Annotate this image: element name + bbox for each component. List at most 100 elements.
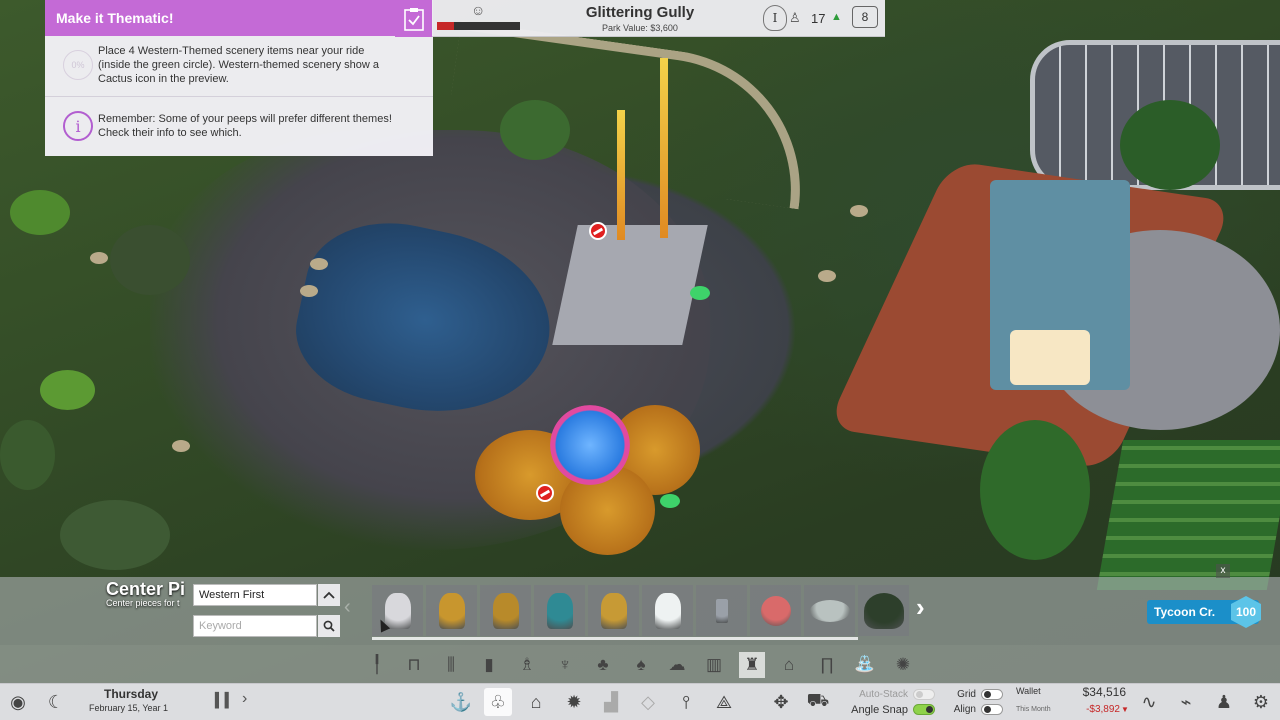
scenery-item-stone-fountain[interactable] bbox=[804, 585, 855, 636]
scenery-item-metal-pillar[interactable] bbox=[696, 585, 747, 636]
tree bbox=[60, 500, 170, 570]
scenery-item-gold-trophy-statue[interactable] bbox=[480, 585, 531, 636]
scenery-item-snow-globe[interactable] bbox=[750, 585, 801, 636]
category-title: Center Pi bbox=[106, 579, 186, 599]
metal-pillar-icon bbox=[715, 598, 728, 623]
park-entrance-building[interactable] bbox=[990, 180, 1130, 390]
drop-tower-left[interactable] bbox=[617, 110, 625, 240]
sort-toggle-button[interactable] bbox=[318, 584, 340, 606]
bulldozer-icon[interactable]: ⛟ bbox=[804, 688, 832, 716]
align-toggle[interactable] bbox=[981, 704, 1003, 715]
objective-progress: 0% bbox=[63, 50, 93, 80]
gate-icon[interactable]: ∏ bbox=[814, 652, 840, 678]
rock-icon[interactable]: ☁ bbox=[664, 652, 690, 678]
auto-stack-label: Auto-Stack bbox=[859, 689, 908, 700]
happiness-bar-fill bbox=[437, 22, 454, 30]
sort-dropdown[interactable]: Western First bbox=[193, 584, 317, 606]
keyword-search-input[interactable] bbox=[193, 615, 317, 637]
gold-figure-statue-icon bbox=[438, 592, 465, 629]
objective-reminder-text: Remember: Some of your peeps will prefer… bbox=[98, 113, 392, 139]
scenery-item-list bbox=[372, 585, 909, 636]
scenery-item-dark-tree[interactable] bbox=[858, 585, 909, 636]
bench-icon[interactable]: ⊓ bbox=[401, 652, 427, 678]
grid-toggle[interactable] bbox=[981, 689, 1003, 700]
scenery-item-white-swan-statue[interactable] bbox=[642, 585, 693, 636]
ride-icon[interactable]: ✹ bbox=[560, 688, 588, 716]
plant-icon[interactable]: ♆ bbox=[552, 652, 578, 678]
grid-label: Grid bbox=[957, 689, 976, 700]
no-entry-icon bbox=[536, 484, 554, 502]
terrain-icon[interactable]: ⟁ bbox=[710, 688, 738, 716]
person-icon: ♙ bbox=[789, 10, 801, 25]
happiness-bar bbox=[437, 22, 520, 30]
park-happiness[interactable]: ☺ bbox=[437, 3, 520, 33]
rock bbox=[850, 205, 868, 217]
move-icon[interactable]: ✥ bbox=[767, 688, 795, 716]
scroll-left-arrow-icon[interactable]: ‹ bbox=[344, 596, 351, 619]
wallet-value[interactable]: $34,516 bbox=[1056, 685, 1126, 699]
shrub-icon[interactable]: ♣ bbox=[590, 652, 616, 678]
chart-icon[interactable]: ⌁ bbox=[1172, 688, 1200, 716]
path-icon[interactable]: ⫯ bbox=[672, 688, 700, 716]
graph-icon[interactable]: ∿ bbox=[1135, 688, 1163, 716]
cube-icon[interactable]: ◇ bbox=[634, 688, 662, 716]
scenery-tool-icon[interactable]: ♧ bbox=[484, 688, 512, 716]
this-month-value[interactable]: -$3,892 bbox=[1056, 704, 1120, 715]
pause-icon[interactable]: ▍▍ bbox=[215, 692, 236, 709]
tree bbox=[1120, 100, 1220, 190]
this-month-label: This Month bbox=[1016, 706, 1051, 713]
trend-up-icon: ▲ bbox=[831, 11, 842, 23]
messages-button[interactable]: 8 bbox=[852, 6, 878, 28]
scenery-item-teal-gold-statue[interactable] bbox=[534, 585, 585, 636]
lamp-post-icon[interactable]: ╿ bbox=[364, 652, 390, 678]
centerpiece-icon[interactable]: ♜ bbox=[739, 652, 765, 678]
drop-tower-platform[interactable] bbox=[552, 225, 708, 345]
close-drawer-button[interactable]: x bbox=[1216, 564, 1230, 578]
bunny-statue-icon bbox=[384, 592, 411, 629]
pillar-icon[interactable]: ▥ bbox=[701, 652, 727, 678]
camera-icon[interactable]: ◉ bbox=[4, 688, 32, 716]
bin-icon[interactable]: ▮ bbox=[476, 652, 502, 678]
shop-icon[interactable]: ⌂ bbox=[522, 688, 550, 716]
no-entry-icon bbox=[589, 222, 607, 240]
moon-icon[interactable]: ☾ bbox=[42, 688, 70, 716]
park-name[interactable]: Glittering Gully bbox=[565, 4, 715, 21]
light-effect-icon[interactable]: ✺ bbox=[890, 652, 916, 678]
ride-exit-marker bbox=[660, 494, 680, 508]
carousel-ride[interactable] bbox=[550, 405, 630, 485]
smiley-icon: ☺ bbox=[471, 2, 486, 18]
item-list-scrollbar[interactable] bbox=[372, 637, 858, 640]
rock bbox=[310, 258, 328, 270]
arch-icon[interactable]: ⌂ bbox=[776, 652, 802, 678]
entrance-glow bbox=[1010, 330, 1090, 385]
park-rank-badge[interactable]: I bbox=[763, 5, 787, 31]
guest-count[interactable]: 17 bbox=[811, 11, 825, 26]
objective-title: Make it Thematic! bbox=[56, 10, 174, 26]
settings-gear-icon[interactable]: ⚙ bbox=[1247, 688, 1275, 716]
figure-icon[interactable]: ♗ bbox=[514, 652, 540, 678]
coaster-icon[interactable]: ⚓ bbox=[447, 688, 475, 716]
play-icon[interactable]: › bbox=[242, 690, 247, 708]
scenery-item-gold-rider-statue[interactable] bbox=[588, 585, 639, 636]
tycoon-credits[interactable]: Tycoon Cr. 100 bbox=[1147, 596, 1261, 628]
keyword-search-button[interactable] bbox=[318, 615, 340, 637]
tree-icon[interactable]: ♠ bbox=[628, 652, 654, 678]
wallet-label: Wallet bbox=[1016, 686, 1041, 696]
hedge-garden bbox=[1096, 440, 1280, 590]
drop-tower-right[interactable] bbox=[660, 58, 668, 238]
trend-down-icon: ▼ bbox=[1121, 705, 1129, 714]
fence-icon[interactable]: ⫼ bbox=[438, 652, 464, 678]
fountain-icon[interactable]: ⛲ bbox=[852, 652, 878, 678]
objective-task-text: Place 4 Western-Themed scenery items nea… bbox=[98, 45, 380, 85]
dark-tree-icon bbox=[863, 592, 904, 629]
category-subtitle: Center pieces for t bbox=[106, 598, 180, 608]
staff-icon[interactable]: ♟ bbox=[1210, 688, 1238, 716]
scenery-item-gold-figure-statue[interactable] bbox=[426, 585, 477, 636]
wall-icon[interactable]: ▟ bbox=[597, 688, 625, 716]
objectives-button[interactable] bbox=[395, 0, 432, 37]
white-swan-statue-icon bbox=[654, 592, 681, 629]
info-icon: i bbox=[63, 111, 93, 141]
tree bbox=[110, 225, 190, 295]
align-label: Align bbox=[953, 704, 976, 715]
scroll-right-arrow-icon[interactable]: › bbox=[916, 592, 925, 623]
